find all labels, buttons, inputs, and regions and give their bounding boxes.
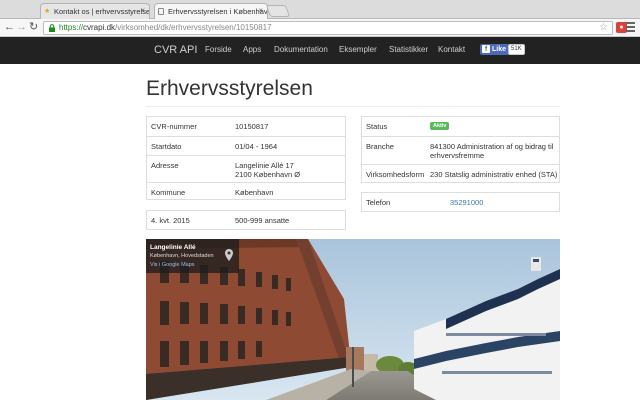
nav-kontakt[interactable]: Kontakt xyxy=(438,45,465,54)
table-row: Status Aktiv xyxy=(362,117,559,136)
table-row: Branche 841300 Administration af og bidr… xyxy=(362,136,559,164)
new-tab-button[interactable] xyxy=(265,5,291,17)
row-value: København xyxy=(235,188,274,197)
row-key: Telefon xyxy=(366,198,391,207)
table-row: 4. kvt. 2015 500-999 ansatte xyxy=(147,211,345,229)
map-title: Langelinie Allé xyxy=(150,244,196,251)
row-value: 841300 Administration af og bidrag til e… xyxy=(430,142,553,160)
map-info-overlay: Langelinie Allé København, Hovedstaden V… xyxy=(146,239,239,273)
row-value: 01/04 - 1964 xyxy=(235,142,278,151)
industry-line-1: 841300 Administration af og bidrag til xyxy=(430,142,554,151)
forward-icon[interactable]: → xyxy=(16,21,27,34)
facebook-icon: f xyxy=(482,45,490,53)
like-count: 51K xyxy=(508,44,525,55)
row-value: 500-999 ansatte xyxy=(235,216,290,225)
map-pin-icon xyxy=(225,249,233,261)
nav-statistikker[interactable]: Statistikker xyxy=(389,45,428,54)
table-row: Virksomhedsform 230 Statslig administrat… xyxy=(362,164,559,183)
bookmark-star-icon[interactable]: ☆ xyxy=(599,22,608,34)
address-bar[interactable]: https://cvrapi.dk/virksomhed/dk/erhvervs… xyxy=(43,21,613,35)
close-icon[interactable]: × xyxy=(258,6,263,15)
row-value: Langelinie Allé 17 2100 København Ø xyxy=(235,161,300,179)
nav-apps[interactable]: Apps xyxy=(243,45,261,54)
page-icon xyxy=(158,8,164,15)
row-key: Status xyxy=(366,122,388,131)
back-icon[interactable]: ← xyxy=(4,21,15,34)
employees-table: 4. kvt. 2015 500-999 ansatte xyxy=(146,210,346,230)
tab-title: Kontakt os | erhvervsstyrelsen xyxy=(54,7,150,16)
row-key: Startdato xyxy=(151,142,182,151)
tab-title: Erhvervsstyrelsen i København xyxy=(168,7,268,16)
row-key: Virksomhedsform xyxy=(366,170,425,179)
tab-erhvervsstyrelsen[interactable]: Erhvervsstyrelsen i København × xyxy=(154,3,268,20)
page-title: Erhvervsstyrelsen xyxy=(146,77,313,100)
google-maps-link[interactable]: Vis i Google Maps xyxy=(150,262,195,268)
row-key: Adresse xyxy=(151,161,179,170)
table-row: Adresse Langelinie Allé 17 2100 Københav… xyxy=(147,155,345,182)
nav-forside[interactable]: Forside xyxy=(205,45,232,54)
url-scheme: https:// xyxy=(59,23,84,32)
browser-tabstrip: ★ Kontakt os | erhvervsstyrelsen × Erhve… xyxy=(0,0,640,20)
row-value: 230 Statslig administrativ enhed (STA) xyxy=(430,170,558,179)
reload-icon[interactable]: ↻ xyxy=(29,21,38,34)
divider xyxy=(146,106,560,107)
address-city: 2100 København Ø xyxy=(235,170,301,179)
browser-toolbar: ← → ↻ https://cvrapi.dk/virksomhed/dk/er… xyxy=(0,19,640,37)
industry-line-2: erhvervsfremme xyxy=(430,151,485,160)
favicon-icon: ★ xyxy=(44,8,51,15)
table-row: CVR-nummer 10150817 xyxy=(147,117,345,136)
lock-icon xyxy=(49,24,55,32)
row-key: Kommune xyxy=(151,188,186,197)
phone-link[interactable]: 35291000 xyxy=(450,198,483,207)
status-badge: Aktiv xyxy=(430,122,450,130)
row-key: Branche xyxy=(366,142,394,151)
row-key: CVR-nummer xyxy=(151,122,197,131)
row-value: 10150817 xyxy=(235,122,269,131)
table-row: Telefon 35291000 xyxy=(362,193,559,211)
menu-icon[interactable] xyxy=(626,22,635,33)
table-row: Kommune København xyxy=(147,182,345,201)
close-icon[interactable]: × xyxy=(140,6,145,15)
brand-link[interactable]: CVR API xyxy=(154,44,197,56)
url-path: /virksomhed/dk/erhvervsstyrelsen/1015081… xyxy=(115,23,272,32)
phone-table: Telefon 35291000 xyxy=(361,192,560,212)
company-info-table: CVR-nummer 10150817 Startdato 01/04 - 19… xyxy=(146,116,346,200)
row-key: 4. kvt. 2015 xyxy=(151,216,190,225)
facebook-like-button[interactable]: f Like xyxy=(480,44,510,55)
site-navbar: CVR API Forside Apps Dokumentation Eksem… xyxy=(0,37,640,64)
map-subtitle: København, Hovedstaden xyxy=(150,253,214,259)
tab-kontakt[interactable]: ★ Kontakt os | erhvervsstyrelsen × xyxy=(40,3,150,19)
nav-dokumentation[interactable]: Dokumentation xyxy=(274,45,328,54)
url-host: cvrapi.dk xyxy=(83,23,116,32)
nav-eksempler[interactable]: Eksempler xyxy=(339,45,377,54)
company-status-table: Status Aktiv Branche 841300 Administrati… xyxy=(361,116,560,183)
address-street: Langelinie Allé 17 xyxy=(235,161,294,170)
table-row: Startdato 01/04 - 1964 xyxy=(147,136,345,155)
